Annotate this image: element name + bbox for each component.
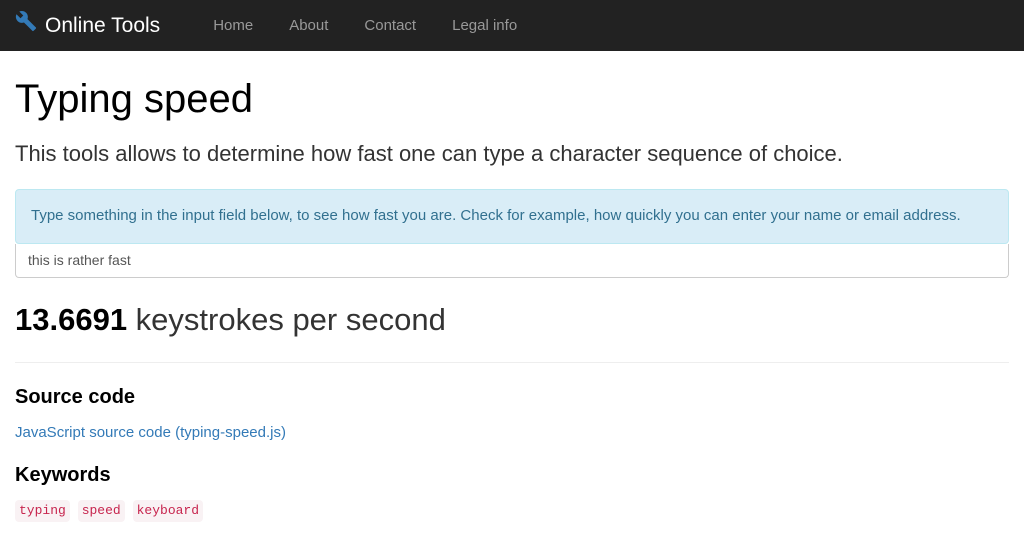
nav-item-legal[interactable]: Legal info [434,0,535,51]
nav-item-about[interactable]: About [271,0,346,51]
brand-link[interactable]: Online Tools [15,0,175,51]
source-heading: Source code [15,383,1009,412]
divider [15,362,1009,363]
result-heading: 13.6691 keystrokes per second [15,298,1009,342]
source-link[interactable]: JavaScript source code (typing-speed.js) [15,424,286,441]
main-container: Typing speed This tools allows to determ… [0,71,1024,522]
keyword-tag[interactable]: typing [15,500,70,523]
nav-menu: Home About Contact Legal info [195,0,535,51]
nav-item-home[interactable]: Home [195,0,271,51]
navbar: Online Tools Home About Contact Legal in… [0,0,1024,51]
keyword-tag[interactable]: keyboard [133,500,203,523]
brand-text: Online Tools [45,11,160,41]
page-lead: This tools allows to determine how fast … [15,139,1009,170]
keywords-list: typing speed keyboard [15,500,1009,523]
typing-input[interactable] [15,244,1009,278]
wrench-icon [15,10,45,41]
nav-item-contact[interactable]: Contact [346,0,434,51]
result-value: 13.6691 [15,302,127,337]
info-alert: Type something in the input field below,… [15,189,1009,244]
page-title: Typing speed [15,71,1009,128]
keywords-heading: Keywords [15,461,1009,490]
result-unit: keystrokes per second [127,302,446,337]
keyword-tag[interactable]: speed [78,500,125,523]
